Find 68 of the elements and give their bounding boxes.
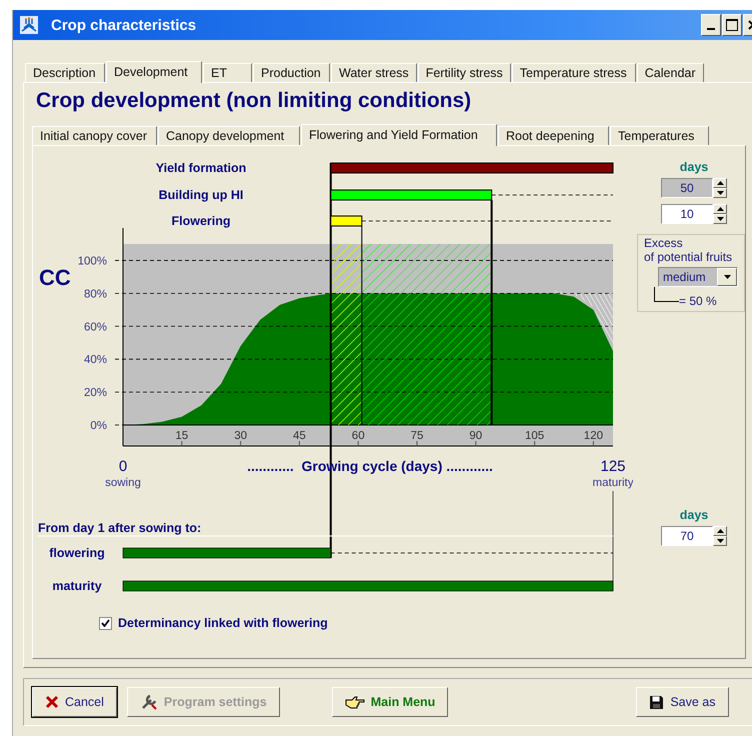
x-tick-label: 30 (234, 430, 247, 442)
x-tick-label: 105 (525, 430, 544, 442)
percentage-note: = 50 % (679, 294, 717, 308)
x-tick-label: 15 (175, 430, 188, 442)
down-arrow-icon (716, 539, 724, 543)
days-label: days (680, 160, 708, 174)
up-arrow-icon (716, 207, 724, 211)
tab[interactable]: Calendar (636, 63, 704, 82)
axis-end-value: 125 (600, 458, 626, 475)
app-logo-icon (19, 15, 39, 35)
minimize-button[interactable] (701, 14, 721, 36)
section-title: From day 1 after sowing to: (38, 521, 202, 535)
maximize-icon (726, 19, 738, 31)
minimize-icon (707, 28, 715, 30)
tab[interactable]: Development (106, 61, 202, 83)
up-arrow-icon (716, 529, 724, 533)
dropdown[interactable]: medium (658, 267, 738, 287)
y-tick-label: 100% (78, 255, 107, 268)
wrench-icon (140, 693, 158, 711)
page-heading: Crop development (non limiting conditions) (36, 89, 472, 113)
axis-end-caption: maturity (592, 477, 633, 489)
tab[interactable]: Canopy development (158, 126, 300, 145)
axis-end-caption: sowing (105, 477, 141, 489)
tab[interactable]: Flowering and Yield Formation (301, 124, 497, 146)
down-arrow-icon (716, 191, 724, 195)
y-tick-label: 20% (84, 387, 107, 400)
y-tick-label: 0% (90, 420, 107, 432)
down-arrow-icon (724, 275, 730, 279)
checkbox-label: Determinancy linked with flowering (118, 616, 328, 630)
phase-label: Yield formation (156, 161, 246, 175)
tab[interactable]: Description (25, 63, 105, 82)
group-title: Excess (644, 236, 684, 250)
tab[interactable]: Water stress (331, 63, 417, 82)
up-arrow-icon (716, 181, 724, 185)
tab[interactable]: Fertility stress (418, 63, 511, 82)
pointing-hand-icon (344, 695, 365, 709)
tab[interactable]: Initial canopy cover (32, 126, 157, 145)
menu-button[interactable]: Main Menu (332, 687, 448, 717)
x-tick-label: 60 (352, 430, 365, 442)
x-tick-label: 90 (469, 430, 482, 442)
x-tick-label: 120 (584, 430, 603, 442)
phase-label: Flowering (171, 214, 231, 228)
y-tick-label: 80% (84, 288, 107, 300)
maximize-button[interactable] (722, 14, 742, 36)
checkbox[interactable] (99, 616, 112, 630)
row-label: flowering (49, 546, 105, 560)
x-tick-label: 75 (410, 430, 424, 442)
tab[interactable]: Production (253, 63, 330, 82)
phase-label: Building up HI (158, 188, 244, 202)
cross-icon (45, 695, 59, 709)
y-axis-title: CC (39, 265, 71, 290)
y-tick-label: 60% (84, 321, 107, 334)
tab[interactable]: Temperatures (610, 126, 709, 145)
bracket-line (654, 287, 679, 302)
check-icon (101, 619, 110, 627)
window-title: Crop characteristics (51, 16, 198, 34)
days-label: days (680, 508, 708, 522)
y-tick-label: 40% (84, 354, 107, 366)
tab[interactable]: Root deepening (498, 126, 609, 145)
tab[interactable]: Temperature stress (512, 63, 636, 82)
row-label: maturity (52, 579, 102, 593)
cancel-button[interactable]: Cancel (32, 687, 117, 717)
down-arrow-icon (716, 217, 724, 221)
axis-end-value: 0 (118, 458, 128, 475)
x-tick-label: 45 (293, 430, 306, 442)
save-button[interactable]: Save as (636, 687, 728, 717)
tab[interactable]: ET (203, 63, 252, 82)
group-subtitle: of potential fruits (644, 250, 734, 264)
